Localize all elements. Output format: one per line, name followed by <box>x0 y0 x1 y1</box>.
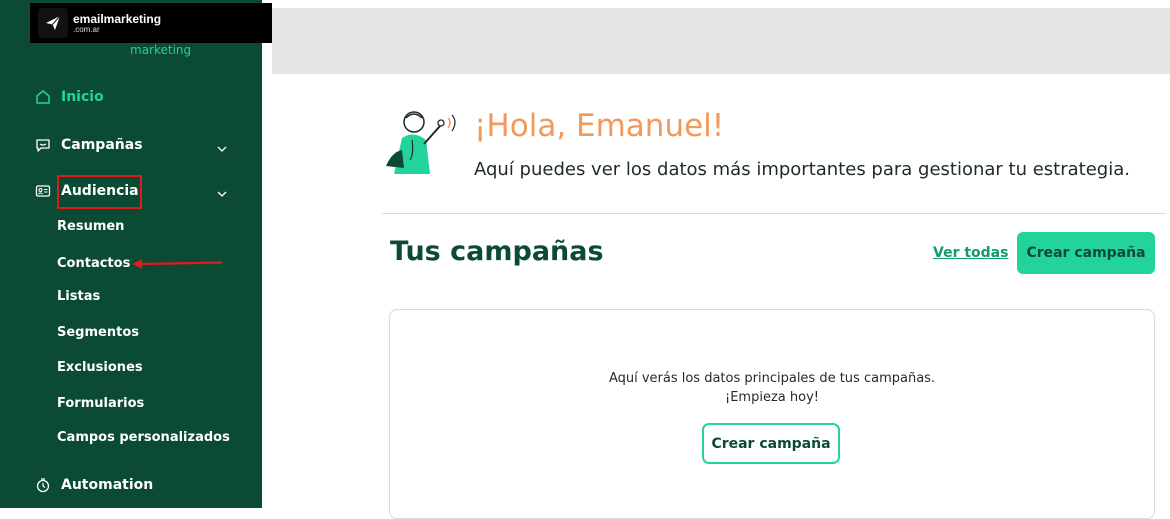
brand-name: emailmarketing <box>73 11 162 26</box>
chevron-down-icon[interactable] <box>216 140 228 159</box>
ver-todas-link[interactable]: Ver todas <box>933 245 1008 261</box>
brand-logo[interactable]: emailmarketing .com.ar <box>30 3 272 43</box>
sidebar-subitem-exclusiones[interactable]: Exclusiones <box>57 360 143 375</box>
sidebar-item-automation[interactable]: Automation <box>35 477 153 493</box>
sidebar-subitem-contactos[interactable]: Contactos <box>57 256 130 271</box>
automation-icon <box>35 477 51 493</box>
annotation-arrow-icon <box>132 259 223 269</box>
contact-card-icon <box>35 183 51 199</box>
sidebar-subitem-listas[interactable]: Listas <box>57 289 100 304</box>
section-title: Tus campañas <box>390 236 604 267</box>
greeting-title: ¡Hola, Emanuel! <box>474 108 725 144</box>
crear-campana-button[interactable]: Crear campaña <box>1017 232 1155 274</box>
annotation-highlight-box <box>57 175 142 209</box>
divider <box>382 213 1166 214</box>
sidebar-item-label: Campañas <box>61 137 143 153</box>
paper-plane-icon <box>38 8 68 38</box>
sidebar-item-inicio[interactable]: Inicio <box>35 89 104 105</box>
sidebar-subitem-campos-personalizados[interactable]: Campos personalizados <box>57 430 230 445</box>
brand-tagline: marketing <box>130 43 192 57</box>
sidebar-item-label: Automation <box>61 477 154 493</box>
campaigns-empty-card <box>389 309 1155 519</box>
top-bar <box>272 8 1170 74</box>
sidebar-item-campanas[interactable]: Campañas <box>35 137 143 153</box>
brand-domain: .com.ar <box>73 24 100 34</box>
chat-icon <box>35 137 51 153</box>
sidebar-subitem-segmentos[interactable]: Segmentos <box>57 325 139 340</box>
sidebar-item-label: Inicio <box>61 89 104 105</box>
greeting-subtitle: Aquí puedes ver los datos más importante… <box>474 159 1130 180</box>
sidebar-subitem-formularios[interactable]: Formularios <box>57 396 144 411</box>
home-icon <box>35 89 51 105</box>
empty-state-cta-text: ¡Empieza hoy! <box>725 390 819 405</box>
sidebar: emailmarketing .com.ar marketing Inicio … <box>0 0 272 508</box>
waving-person-illustration <box>386 111 456 174</box>
sidebar-subitem-resumen[interactable]: Resumen <box>57 219 124 234</box>
card-crear-campana-button[interactable]: Crear campaña <box>702 423 840 464</box>
empty-state-text: Aquí verás los datos principales de tus … <box>608 371 936 386</box>
chevron-down-icon[interactable] <box>216 185 228 204</box>
